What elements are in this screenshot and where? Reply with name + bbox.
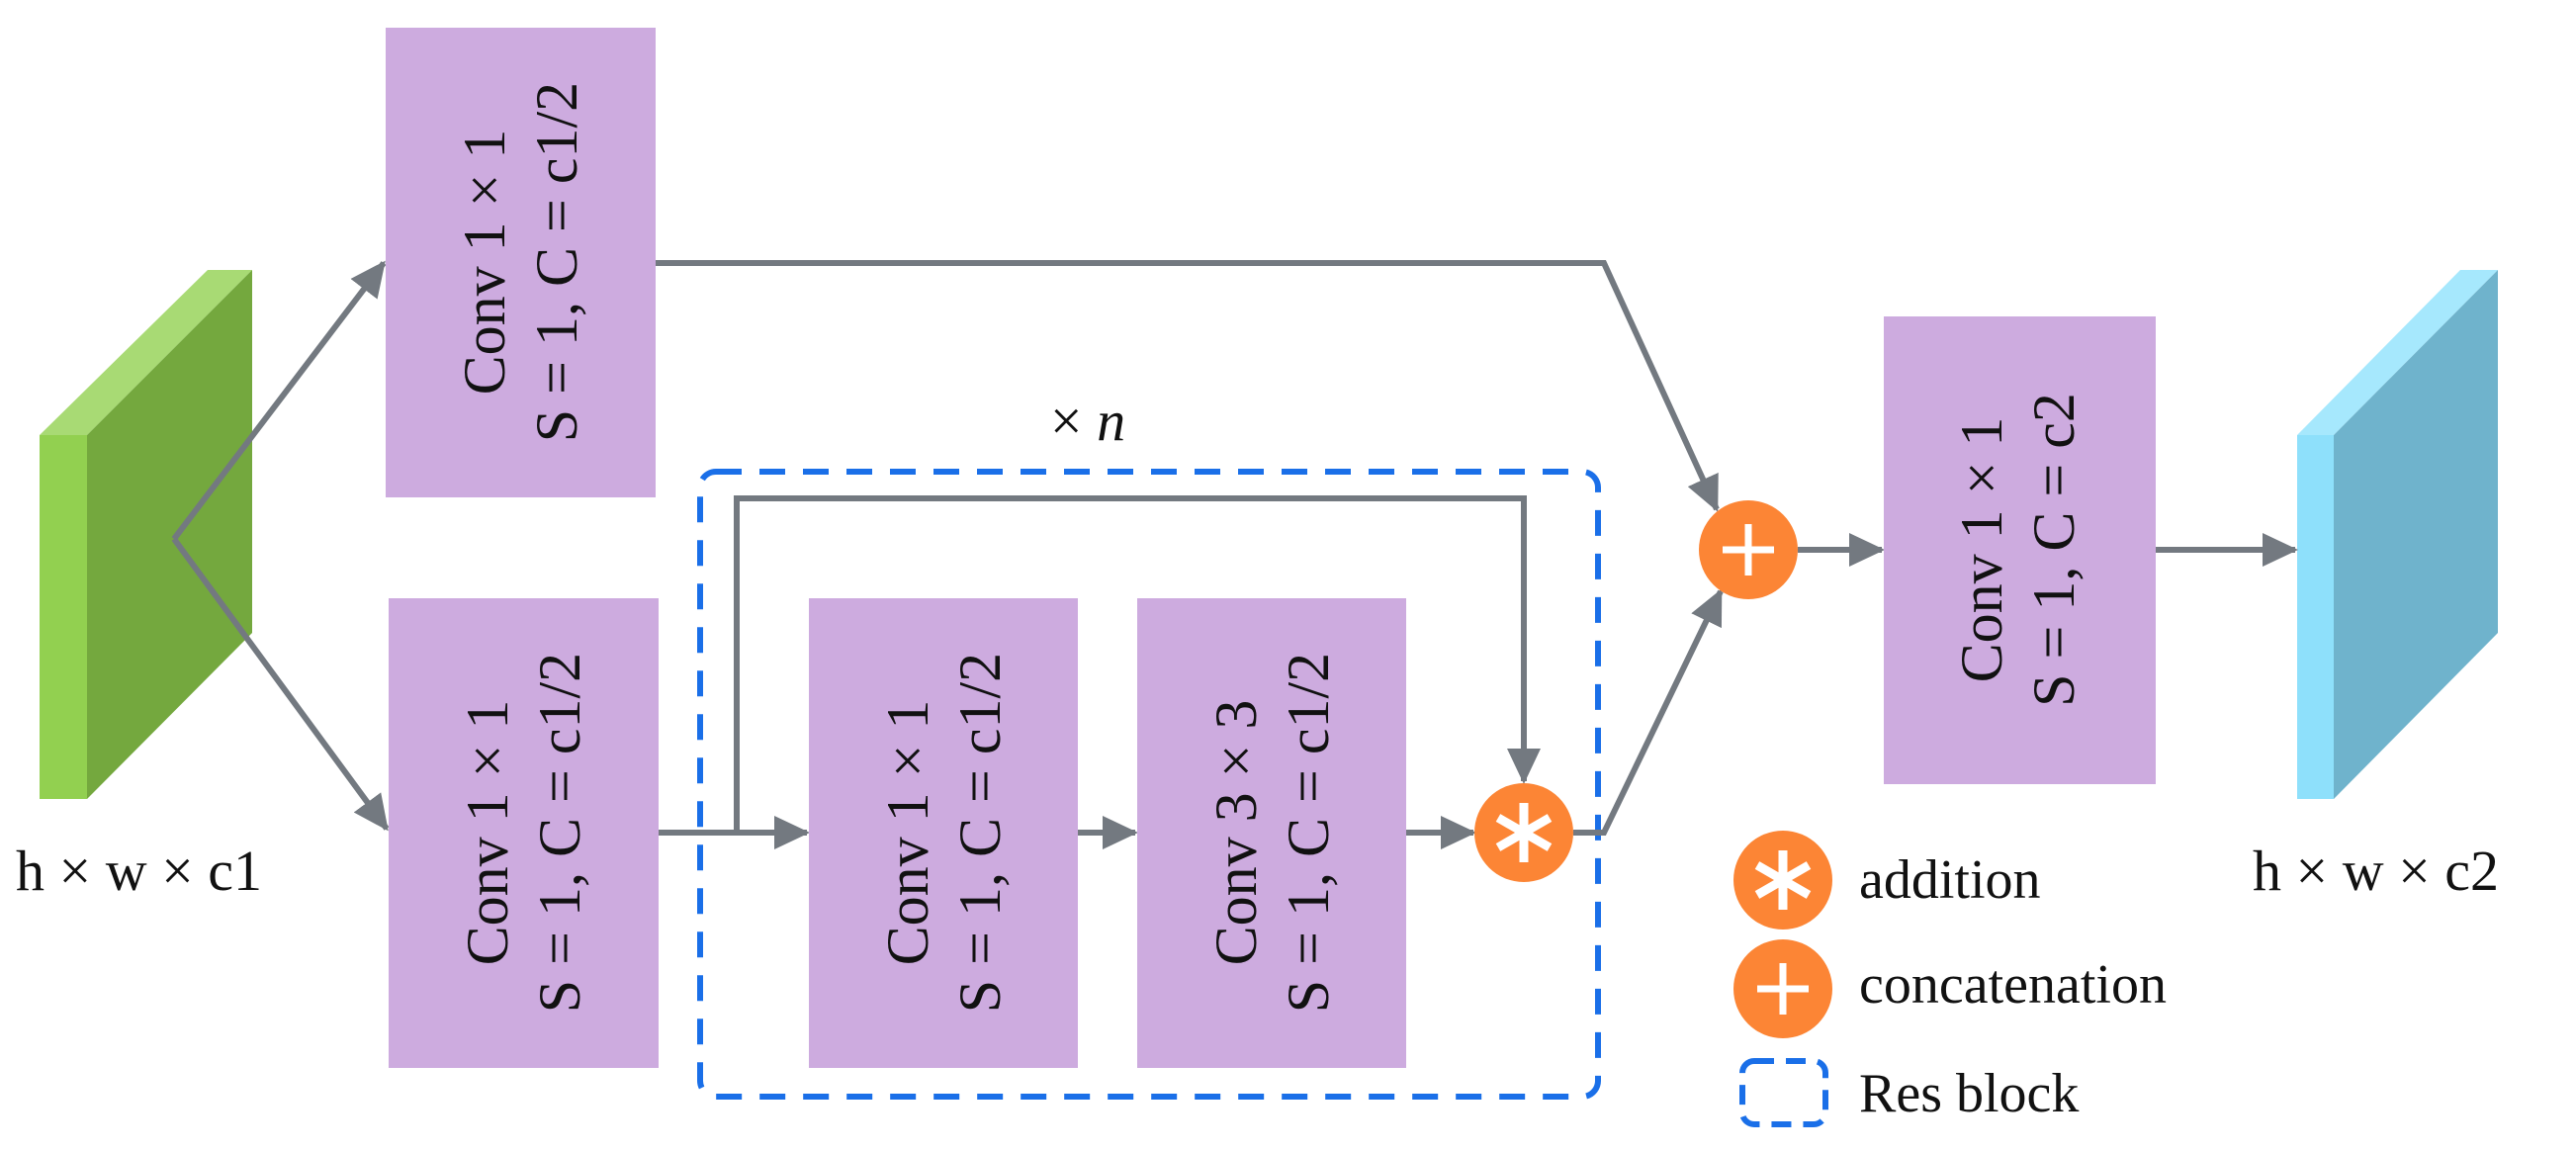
final-conv-box: Conv 1 × 1 S = 1, C = c2 [1884, 316, 2156, 784]
input-tensor-front [40, 435, 87, 799]
output-tensor [2297, 270, 2498, 799]
bottom-branch-conv-line2: S = 1, C = c1/2 [527, 653, 592, 1013]
legend-label-addition: addition [1859, 849, 2041, 911]
top-branch-conv-line2: S = 1, C = c1/2 [524, 82, 589, 442]
res-conv3-line1: Conv 3 × 3 [1203, 700, 1269, 966]
legend-label-res-block: Res block [1859, 1063, 2079, 1124]
legend-label-concatenation: concatenation [1859, 954, 2167, 1016]
bottom-branch-conv-box: Conv 1 × 1 S = 1, C = c1/2 [389, 598, 659, 1068]
bottom-branch-conv-line1: Conv 1 × 1 [455, 700, 520, 966]
res-conv3-box: Conv 3 × 3 S = 1, C = c1/2 [1137, 598, 1406, 1068]
res-block-icon [1739, 1058, 1828, 1127]
legend-item-addition: addition [1733, 831, 2041, 930]
input-dim-label: h × w × c1 [16, 839, 262, 903]
res-conv1-line1: Conv 1 × 1 [875, 700, 940, 966]
input-tensor [40, 270, 252, 799]
arrow-input-to-bottom-conv [171, 537, 390, 832]
final-conv-line1: Conv 1 × 1 [1949, 417, 2014, 683]
res-conv3-line2: S = 1, C = c1/2 [1276, 653, 1341, 1013]
legend-item-res-block: Res block [1739, 1058, 2079, 1127]
concatenation-icon [1733, 939, 1832, 1038]
res-block-repeat-label: × n [1050, 389, 1125, 453]
c3-block-diagram: h × w × c1 h × w × c2 Conv 1 × 1 S = 1, … [16, 28, 2499, 1127]
legend: addition concatenation Res block [1733, 831, 2167, 1127]
legend-item-concatenation: concatenation [1733, 939, 2167, 1038]
output-tensor-front [2297, 435, 2334, 799]
top-branch-conv-line1: Conv 1 × 1 [452, 130, 517, 396]
final-conv-line2: S = 1, C = c2 [2021, 393, 2087, 707]
addition-icon [1733, 831, 1832, 930]
output-dim-label: h × w × c2 [2253, 839, 2499, 903]
res-conv1-line2: S = 1, C = c1/2 [947, 653, 1013, 1013]
res-conv1-box: Conv 1 × 1 S = 1, C = c1/2 [809, 598, 1078, 1068]
concat-operator [1699, 500, 1798, 599]
top-branch-conv-box: Conv 1 × 1 S = 1, C = c1/2 [386, 28, 656, 497]
addition-operator [1474, 783, 1573, 882]
